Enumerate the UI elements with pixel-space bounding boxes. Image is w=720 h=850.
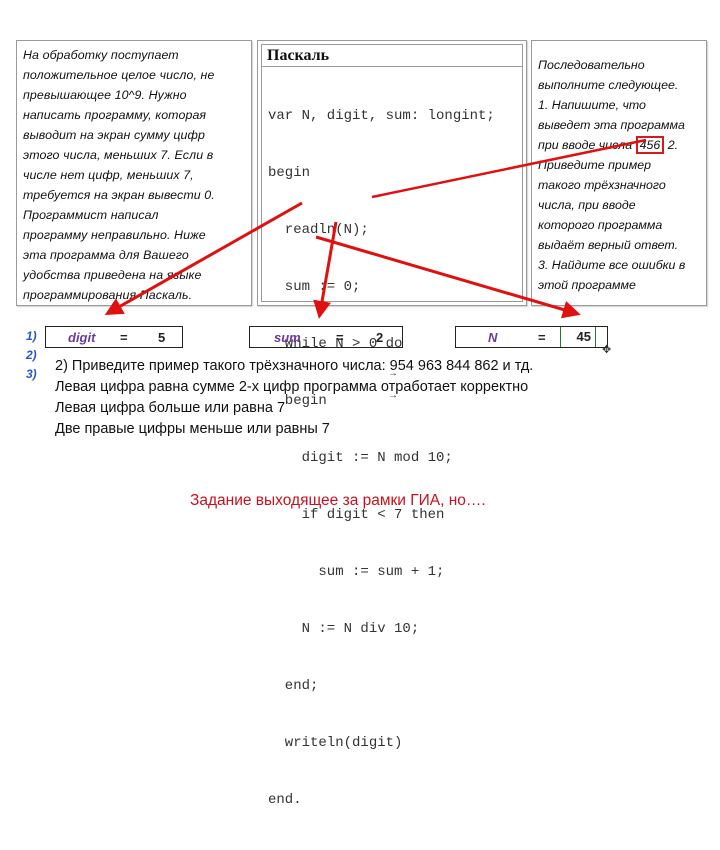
answer-line: Левая цифра больше или равна 7	[55, 400, 286, 416]
variable-name: digit	[68, 329, 96, 345]
code-line: writeln(digit)	[268, 735, 403, 751]
step-numbers: 1) 2) 3)	[26, 327, 37, 384]
task-line: положительное целое число, не	[23, 68, 215, 82]
equals-sign: =	[120, 329, 128, 345]
small-arrow-icon: →	[388, 368, 398, 379]
question-line: числа, при вводе	[538, 198, 636, 212]
variable-box-digit: digit = 5	[45, 326, 183, 348]
pascal-code-panel: Паскаль var N, digit, sum: longint; begi…	[257, 40, 527, 808]
cursor-icon: ✥	[602, 344, 612, 356]
question-line: которого программа	[538, 218, 663, 232]
question-line-suffix: 2.	[664, 138, 679, 152]
question-line: выведет эта программа	[538, 118, 685, 132]
answer-block: 2) Приведите пример такого трёхзначного …	[55, 356, 533, 440]
question-line: выдаёт верный ответ.	[538, 238, 679, 252]
code-listing: var N, digit, sum: longint; begin readln…	[262, 67, 522, 850]
code-language-header: Паскаль	[262, 45, 522, 67]
highlighted-input-number: 456	[635, 136, 665, 154]
variable-value: 2	[376, 329, 384, 345]
step-number: 2)	[26, 348, 37, 362]
code-line: readln(N);	[268, 222, 369, 238]
code-line: sum := 0;	[268, 279, 361, 295]
answer-line: Левая цифра равна сумме 2-х цифр програм…	[55, 379, 529, 395]
task-line: превышающее 10^9. Нужно	[23, 88, 187, 102]
questions-panel: Последовательно выполните следующее. 1. …	[531, 40, 707, 306]
task-line: программу неправильно. Ниже	[23, 228, 206, 242]
question-line: выполните следующее.	[538, 78, 679, 92]
code-line: begin	[268, 165, 311, 181]
code-line: end;	[268, 678, 319, 694]
variable-value: 5	[158, 329, 166, 345]
small-arrow-icon: →	[388, 390, 398, 401]
task-line: числе нет цифр, меньших 7,	[23, 168, 194, 182]
answer-line: 2) Приведите пример такого трёхзначного …	[55, 358, 534, 374]
variable-value: 45	[560, 327, 596, 347]
question-line: при вводе числа 456 2.	[538, 135, 700, 155]
code-line: N := N div 10;	[268, 621, 420, 637]
question-line-prefix: при вводе числа	[538, 138, 636, 152]
variable-name: N	[488, 329, 498, 345]
step-number: 1)	[26, 329, 37, 343]
step-number: 3)	[26, 367, 37, 381]
task-line: эта программа для Вашего	[23, 248, 189, 262]
question-line: 1. Напишите, что	[538, 98, 646, 112]
task-line: удобства приведена на языке	[23, 268, 202, 282]
task-description-panel: На обработку поступает положительное цел…	[16, 40, 252, 306]
code-line: sum := sum + 1;	[268, 564, 445, 580]
equals-sign: =	[538, 329, 546, 345]
task-line: На обработку поступает	[23, 48, 179, 62]
task-line: выводит на экран сумму цифр	[23, 128, 205, 142]
task-line: Программист написал	[23, 208, 159, 222]
task-line: написать программу, которая	[23, 108, 207, 122]
variable-box-sum: sum = 2	[249, 326, 403, 348]
variable-name: sum	[274, 329, 301, 345]
task-line: этого числа, меньших 7. Если в	[23, 148, 214, 162]
question-line: Приведите пример	[538, 158, 651, 172]
question-line: 3. Найдите все ошибки в	[538, 258, 686, 272]
question-line: этой программе	[538, 278, 636, 292]
code-line: end.	[268, 792, 302, 808]
code-line: var N, digit, sum: longint;	[268, 108, 495, 124]
variable-box-n: N = 45	[455, 326, 608, 348]
footer-note: Задание выходящее за рамки ГИА, но….	[190, 492, 486, 509]
task-line: программирования Паскаль.	[23, 288, 193, 302]
answer-line: Две правые цифры меньше или равны 7	[55, 421, 330, 437]
task-line: требуется на экран вывести 0.	[23, 188, 215, 202]
equals-sign: =	[336, 329, 344, 345]
code-line: digit := N mod 10;	[268, 450, 453, 466]
question-line: Последовательно	[538, 58, 645, 72]
question-line: такого трёхзначного	[538, 178, 666, 192]
